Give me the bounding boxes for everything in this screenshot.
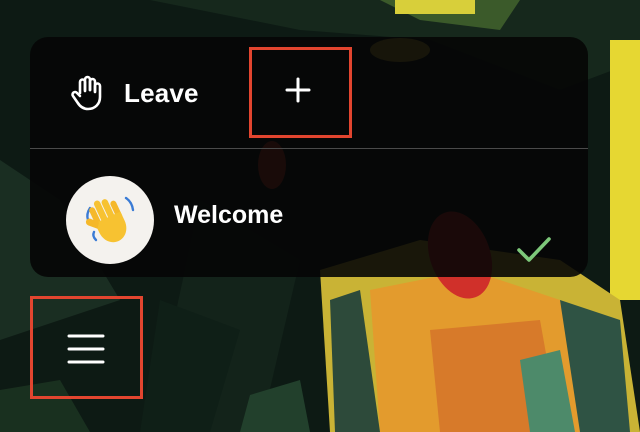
- add-button[interactable]: [249, 48, 347, 132]
- hamburger-menu-icon: [67, 333, 105, 365]
- room-switcher-panel: Leave Welcome: [30, 37, 588, 277]
- plus-icon: [284, 76, 312, 104]
- room-item-welcome[interactable]: Welcome: [30, 149, 588, 277]
- panel-toolbar: Leave: [30, 37, 588, 149]
- menu-button[interactable]: [37, 304, 135, 394]
- room-name: Welcome: [174, 201, 284, 229]
- leave-button[interactable]: Leave: [70, 70, 199, 116]
- hand-icon: [70, 75, 104, 111]
- avatar: [66, 176, 154, 264]
- leave-label: Leave: [124, 77, 199, 108]
- checkmark-icon: [516, 235, 552, 265]
- waving-hand-icon: [82, 192, 138, 248]
